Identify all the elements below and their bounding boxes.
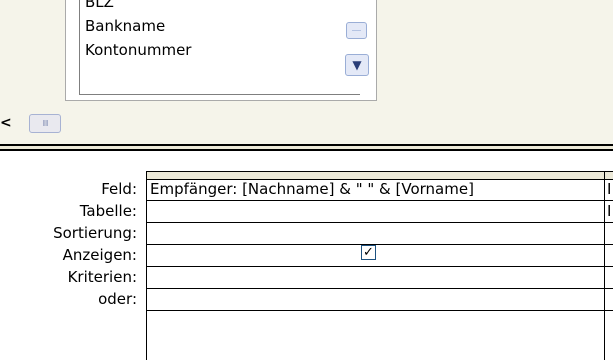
field-item-kontonummer[interactable]: Kontonummer (85, 38, 191, 62)
cell-oder-col1[interactable] (150, 289, 602, 310)
cell-feld-col1[interactable]: Empfänger: [Nachname] & " " & [Vorname] (150, 179, 602, 200)
chevron-down-icon[interactable]: ▼ (345, 54, 369, 76)
horizontal-scroll-thumb[interactable]: IIII (29, 114, 61, 133)
cell-sortierung-col1[interactable] (150, 223, 602, 244)
row-label-oder: oder: (98, 290, 137, 308)
field-list-scroll-thumb[interactable] (346, 22, 367, 39)
field-list-window: BLZ Bankname Kontonummer ▼ (65, 0, 377, 101)
cell-kriterien-col1[interactable] (150, 267, 602, 288)
cell-tabelle-col2[interactable]: I (607, 201, 613, 222)
grid-line (146, 310, 613, 311)
grid-line (146, 244, 613, 245)
pane-splitter[interactable] (0, 144, 613, 151)
cell-tabelle-col1[interactable] (150, 201, 602, 222)
table-designer-area: BLZ Bankname Kontonummer ▼ < IIII (0, 0, 613, 144)
field-list-box: BLZ Bankname Kontonummer ▼ (79, 0, 369, 95)
row-label-anzeigen: Anzeigen: (62, 246, 137, 264)
query-design-grid: Feld: Tabelle: Sortierung: Anzeigen: Kri… (0, 151, 613, 360)
row-label-tabelle: Tabelle: (79, 202, 137, 220)
horizontal-scrollbar[interactable]: < IIII (0, 113, 613, 133)
field-item-bankname[interactable]: Bankname (85, 14, 165, 38)
row-label-kriterien: Kriterien: (67, 268, 137, 286)
anzeigen-checkbox[interactable]: ✓ (361, 245, 376, 260)
chevron-left-icon[interactable]: < (0, 113, 12, 133)
field-item-blz[interactable]: BLZ (85, 0, 114, 14)
row-label-feld: Feld: (101, 180, 137, 198)
row-label-sortierung: Sortierung: (53, 224, 137, 242)
cell-feld-col2[interactable]: I (607, 179, 613, 200)
